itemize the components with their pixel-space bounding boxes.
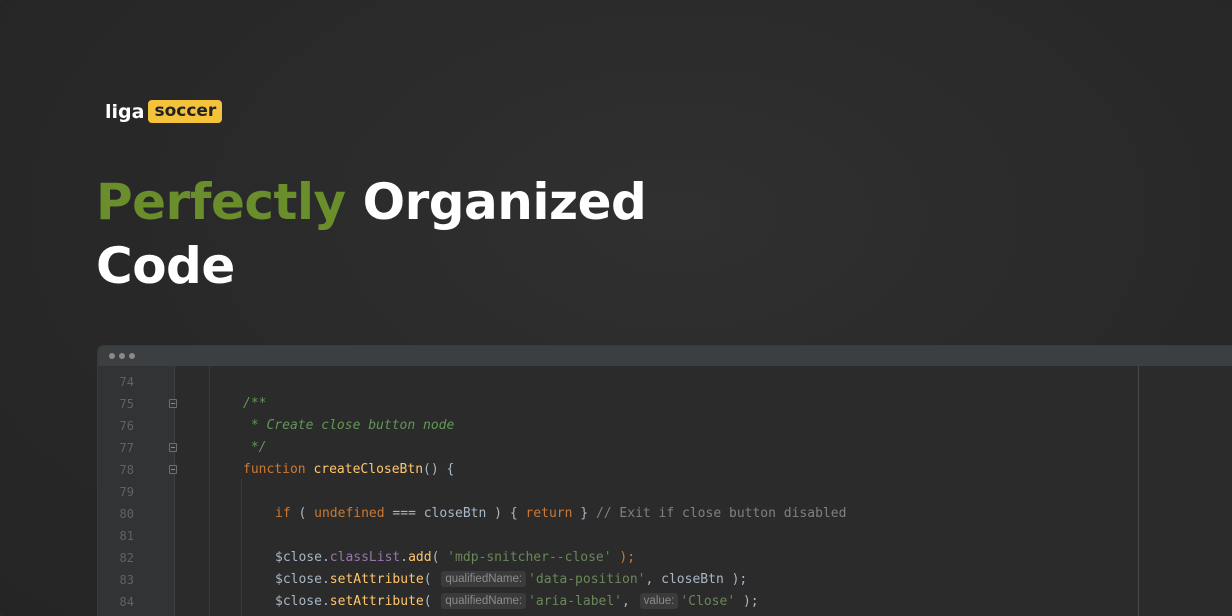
- code-text: (: [290, 506, 315, 521]
- code-line[interactable]: 84 $close.setAttribute( qualifiedName:'a…: [98, 591, 1232, 613]
- code-text: $close.: [275, 594, 330, 609]
- string-literal: 'mdp-snitcher--close': [447, 550, 612, 565]
- line-number: 77: [119, 441, 134, 455]
- line-number: 78: [119, 463, 134, 477]
- code-text: (: [423, 594, 440, 609]
- code-text: $close.: [275, 550, 330, 565]
- line-number: 80: [119, 507, 134, 521]
- code-line[interactable]: 80 if ( undefined === closeBtn ) { retur…: [98, 503, 1232, 525]
- fold-marker-icon[interactable]: [169, 443, 177, 452]
- code-line[interactable]: 82 $close.classList.add( 'mdp-snitcher--…: [98, 547, 1232, 569]
- code-text: (: [423, 572, 440, 587]
- line-number: 74: [119, 375, 134, 389]
- hero-banner: liga soccer Perfectly Organized Code 74 …: [0, 0, 1232, 616]
- code-text: (: [431, 550, 448, 565]
- code-line[interactable]: 76 * Create close button node: [98, 415, 1232, 437]
- code-line[interactable]: 83 $close.setAttribute( qualifiedName:'d…: [98, 569, 1232, 591]
- code-line[interactable]: 74: [98, 371, 1232, 393]
- string-literal: 'aria-label': [528, 594, 623, 609]
- doc-comment: */: [243, 440, 267, 455]
- code-text: .: [400, 550, 409, 565]
- code-line[interactable]: 75 /**: [98, 393, 1232, 415]
- fold-marker-icon[interactable]: [169, 399, 177, 408]
- headline-accent: Perfectly: [96, 173, 346, 231]
- code-text: $close.: [275, 572, 330, 587]
- doc-comment: * Create close button node: [243, 418, 455, 433]
- line-number: 82: [119, 551, 134, 565]
- page-title: Perfectly Organized Code: [96, 170, 647, 298]
- code-text: , closeBtn );: [645, 572, 748, 587]
- string-literal: 'data-position': [528, 572, 646, 587]
- parameter-hint: qualifiedName:: [441, 593, 527, 609]
- window-dot-icon[interactable]: [119, 353, 125, 359]
- code-line[interactable]: 77 */: [98, 437, 1232, 459]
- headline-rest: Organized: [362, 173, 647, 231]
- parameter-hint: value:: [639, 593, 679, 609]
- keyword: if: [275, 506, 291, 521]
- line-number: 76: [119, 419, 134, 433]
- logo-liga-text: liga: [105, 100, 145, 123]
- code-editor-window: 74 75 /** 76 * Create close button node …: [98, 346, 1232, 616]
- parameter-hint: qualifiedName:: [441, 571, 527, 587]
- code-text: () {: [423, 462, 455, 477]
- window-dot-icon[interactable]: [129, 353, 135, 359]
- line-number: 79: [119, 485, 134, 499]
- line-comment: // Exit if close button disabled: [595, 506, 847, 521]
- liga-soccer-logo[interactable]: liga soccer: [105, 100, 223, 123]
- fold-marker-icon[interactable]: [169, 465, 177, 474]
- function-name: add: [408, 550, 432, 565]
- line-number: 81: [119, 529, 134, 543]
- code-text: === closeBtn ) {: [384, 506, 526, 521]
- logo-soccer-badge: soccer: [148, 100, 223, 123]
- line-number: 84: [119, 595, 134, 609]
- string-literal: 'Close': [680, 594, 736, 609]
- editor-titlebar: [98, 346, 1232, 366]
- window-dot-icon[interactable]: [109, 353, 115, 359]
- code-line[interactable]: 81: [98, 525, 1232, 547]
- line-number: 83: [119, 573, 134, 587]
- line-number: 75: [119, 397, 134, 411]
- doc-comment: /**: [243, 396, 267, 411]
- keyword: function: [243, 462, 306, 477]
- code-text: );: [735, 594, 759, 609]
- keyword: return: [525, 506, 573, 521]
- code-text: ,: [622, 594, 638, 609]
- code-line[interactable]: 79: [98, 481, 1232, 503]
- code-line[interactable]: 78 function createCloseBtn() {: [98, 459, 1232, 481]
- function-name: createCloseBtn: [313, 462, 424, 477]
- headline-line2: Code: [96, 237, 235, 295]
- code-text: );: [611, 550, 636, 565]
- function-name: setAttribute: [329, 594, 424, 609]
- code-text: }: [572, 506, 596, 521]
- member-name: classList: [329, 550, 401, 565]
- keyword: undefined: [314, 506, 385, 521]
- function-name: setAttribute: [329, 572, 424, 587]
